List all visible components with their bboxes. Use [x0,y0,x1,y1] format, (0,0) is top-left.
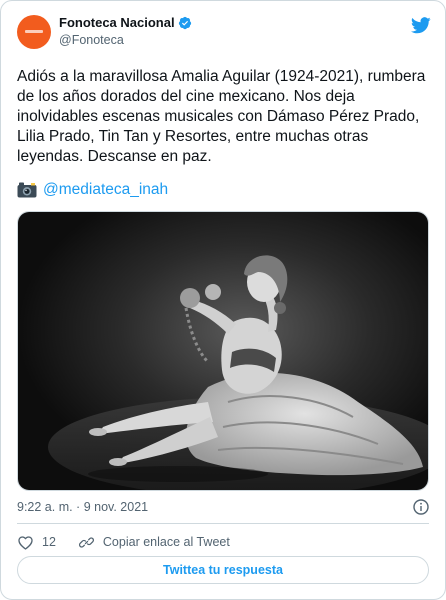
avatar-logo-mark [25,30,43,33]
photo-illustration [18,212,428,490]
like-button[interactable]: 12 [17,534,56,551]
link-icon [78,536,94,548]
tweet-photo[interactable] [17,211,429,491]
tweet-actions: 12 Copiar enlace al Tweet [17,532,230,552]
account-handle[interactable]: @Fonoteca [59,34,192,47]
account-name[interactable]: Fonoteca Nacional [59,16,175,29]
tweet-text: Adiós a la maravillosa Amalia Aguilar (1… [17,68,430,165]
divider [17,523,429,524]
copy-link-button[interactable]: Copiar enlace al Tweet [78,534,230,551]
info-icon[interactable] [413,499,429,515]
like-count: 12 [42,535,56,549]
account-identity[interactable]: Fonoteca Nacional @Fonoteca [59,14,192,47]
tweet-header: Fonoteca Nacional @Fonoteca [17,14,431,62]
avatar[interactable] [17,15,51,49]
tweet-timestamp[interactable]: 9:22 a. m. · 9 nov. 2021 [17,500,148,514]
photo-credit: @mediateca_inah [17,181,168,199]
heart-icon [18,535,33,550]
twitter-bird-icon[interactable] [411,17,431,34]
mediateca-mention-link[interactable]: @mediateca_inah [43,181,168,199]
verified-badge-icon [178,16,191,29]
copy-link-label: Copiar enlace al Tweet [102,535,230,549]
camera-with-flash-icon [17,182,37,198]
reply-button[interactable]: Twittea tu respuesta [17,556,429,584]
tweet-card: Fonoteca Nacional @Fonoteca Adiós a la m… [0,0,446,600]
